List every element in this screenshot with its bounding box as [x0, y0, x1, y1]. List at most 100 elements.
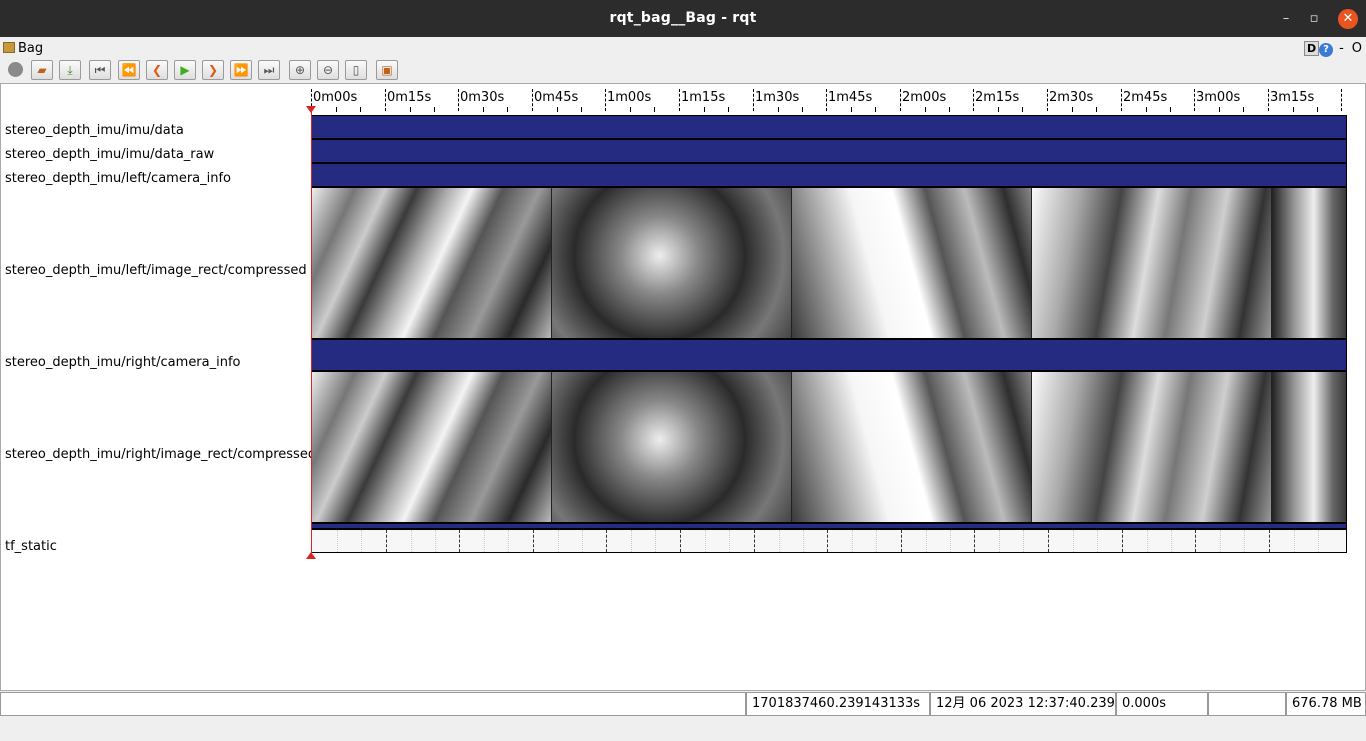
status-message — [0, 692, 746, 716]
end-icon: ⏭ — [263, 63, 275, 77]
ruler-minor-tick — [507, 107, 508, 112]
playhead-bottom-marker[interactable] — [306, 552, 316, 559]
ruler-tick-label: 3m15s — [1270, 90, 1315, 105]
topic-label-tf-static[interactable]: tf_static — [5, 539, 57, 554]
grid-line — [533, 530, 534, 552]
topic-band-right-camera-info[interactable] — [311, 339, 1347, 371]
ruler-minor-tick — [630, 107, 631, 112]
ruler-minor-tick — [336, 107, 337, 112]
fast-forward-button[interactable]: ⏩ — [230, 60, 252, 80]
grid-line-minor — [876, 530, 877, 552]
hide-button[interactable]: - — [1339, 41, 1344, 56]
close-plugin-button[interactable]: O — [1352, 41, 1362, 56]
ruler-tick-label: 0m45s — [534, 90, 579, 105]
zoom-reset-button[interactable]: ▯ — [345, 60, 367, 80]
grid-line — [754, 530, 755, 552]
grid-line-minor — [508, 530, 509, 552]
ruler-major-tick — [679, 89, 680, 111]
fast-forward-icon: ⏩ — [233, 63, 249, 77]
fast-rewind-button[interactable]: ⏪ — [118, 60, 140, 80]
zoom-out-icon: ⊖ — [322, 63, 334, 77]
topic-label-imu-data-raw[interactable]: stereo_depth_imu/imu/data_raw — [5, 147, 214, 162]
grid-line-minor — [1244, 530, 1245, 552]
ruler-minor-tick — [925, 107, 926, 112]
time-ruler[interactable]: 0m00s 0m15s 0m30s 0m45s 1m00s 1m15s 1m30s 1m45s… — [311, 88, 1347, 114]
ruler-minor-tick — [1243, 107, 1244, 112]
ruler-tick-label: 1m30s — [755, 90, 800, 105]
dock-button[interactable]: D — [1304, 41, 1320, 56]
grid-line-minor — [999, 530, 1000, 552]
playhead-top-marker[interactable] — [306, 106, 316, 113]
grid-line-minor — [852, 530, 853, 552]
topic-label-left-image[interactable]: stereo_depth_imu/left/image_rect/compres… — [5, 263, 307, 278]
ruler-major-tick — [1047, 89, 1048, 111]
ruler-major-tick — [1121, 89, 1122, 111]
grid-line-minor — [631, 530, 632, 552]
grid-line-minor — [655, 530, 656, 552]
record-icon — [7, 62, 23, 77]
topic-thumbnails-left-image[interactable] — [311, 187, 1347, 339]
topic-band-imu-data-raw[interactable] — [311, 139, 1347, 163]
ruler-major-tick — [826, 89, 827, 111]
grid-line-minor — [729, 530, 730, 552]
topic-thumbnails-right-image[interactable] — [311, 371, 1347, 523]
topic-band-left-camera-info[interactable] — [311, 163, 1347, 187]
record-button[interactable] — [4, 60, 26, 80]
ruler-minor-tick — [778, 107, 779, 112]
grid-line-minor — [558, 530, 559, 552]
ruler-major-tick — [973, 89, 974, 111]
ruler-tick-label: 2m30s — [1049, 90, 1094, 105]
window-title: rqt_bag__Bag - rqt — [609, 10, 757, 26]
status-elapsed: 0.000s — [1116, 692, 1208, 716]
end-button[interactable]: ⏭ — [258, 60, 280, 80]
ruler-major-tick — [385, 89, 386, 111]
grid-line-minor — [411, 530, 412, 552]
image-thumbnail — [792, 372, 1031, 522]
topic-label-imu-data[interactable]: stereo_depth_imu/imu/data — [5, 123, 184, 138]
close-button[interactable]: ✕ — [1338, 9, 1358, 29]
step-back-button[interactable]: ❮ — [146, 60, 168, 80]
ruler-minor-tick — [581, 107, 582, 112]
grid-line — [459, 530, 460, 552]
ruler-minor-tick — [949, 107, 950, 112]
save-icon: ⤓ — [67, 63, 73, 77]
help-button[interactable]: ? — [1319, 43, 1334, 57]
ruler-minor-tick — [557, 107, 558, 112]
playhead-line[interactable] — [311, 112, 312, 556]
grid-line-minor — [803, 530, 804, 552]
image-thumbnail — [1272, 372, 1346, 522]
ruler-tick-label: 3m00s — [1196, 90, 1241, 105]
zoom-out-button[interactable]: ⊖ — [317, 60, 339, 80]
minimize-button[interactable]: – — [1276, 9, 1296, 29]
topic-band-imu-data[interactable] — [311, 115, 1347, 139]
topic-label-right-image[interactable]: stereo_depth_imu/right/image_rect/compre… — [5, 447, 316, 462]
ruler-minor-tick — [1293, 107, 1294, 112]
topic-band-tf-static[interactable] — [311, 529, 1347, 553]
thumbnails-button[interactable]: ▣ — [376, 60, 398, 80]
save-button[interactable]: ⤓ — [59, 60, 81, 80]
step-back-icon: ❮ — [151, 63, 163, 77]
grid-line-minor — [779, 530, 780, 552]
grid-line — [901, 530, 902, 552]
begin-button[interactable]: ⏮ — [89, 60, 111, 80]
grid-line — [827, 530, 828, 552]
plugin-header — [0, 37, 1366, 59]
step-forward-button[interactable]: ❯ — [202, 60, 224, 80]
grid-line-minor — [1023, 530, 1024, 552]
zoom-in-button[interactable]: ⊕ — [289, 60, 311, 80]
ruler-tick-label: 1m15s — [681, 90, 726, 105]
grid-line — [974, 530, 975, 552]
play-button[interactable]: ▶ — [174, 60, 196, 80]
maximize-button[interactable]: ▫ — [1304, 9, 1324, 29]
grid-line-minor — [1073, 530, 1074, 552]
open-button[interactable]: ▰ — [31, 60, 53, 80]
thumbnails-icon: ▣ — [381, 63, 393, 77]
ruler-major-tick — [1194, 89, 1195, 111]
grid-line — [1122, 530, 1123, 552]
grid-line-minor — [1318, 530, 1319, 552]
image-thumbnail — [312, 188, 551, 338]
topic-label-right-camera-info[interactable]: stereo_depth_imu/right/camera_info — [5, 355, 241, 370]
topic-label-left-camera-info[interactable]: stereo_depth_imu/left/camera_info — [5, 171, 231, 186]
timeline-view[interactable]: 0m00s 0m15s 0m30s 0m45s 1m00s 1m15s 1m30s 1m45s… — [0, 83, 1366, 691]
grid-line-minor — [1147, 530, 1148, 552]
